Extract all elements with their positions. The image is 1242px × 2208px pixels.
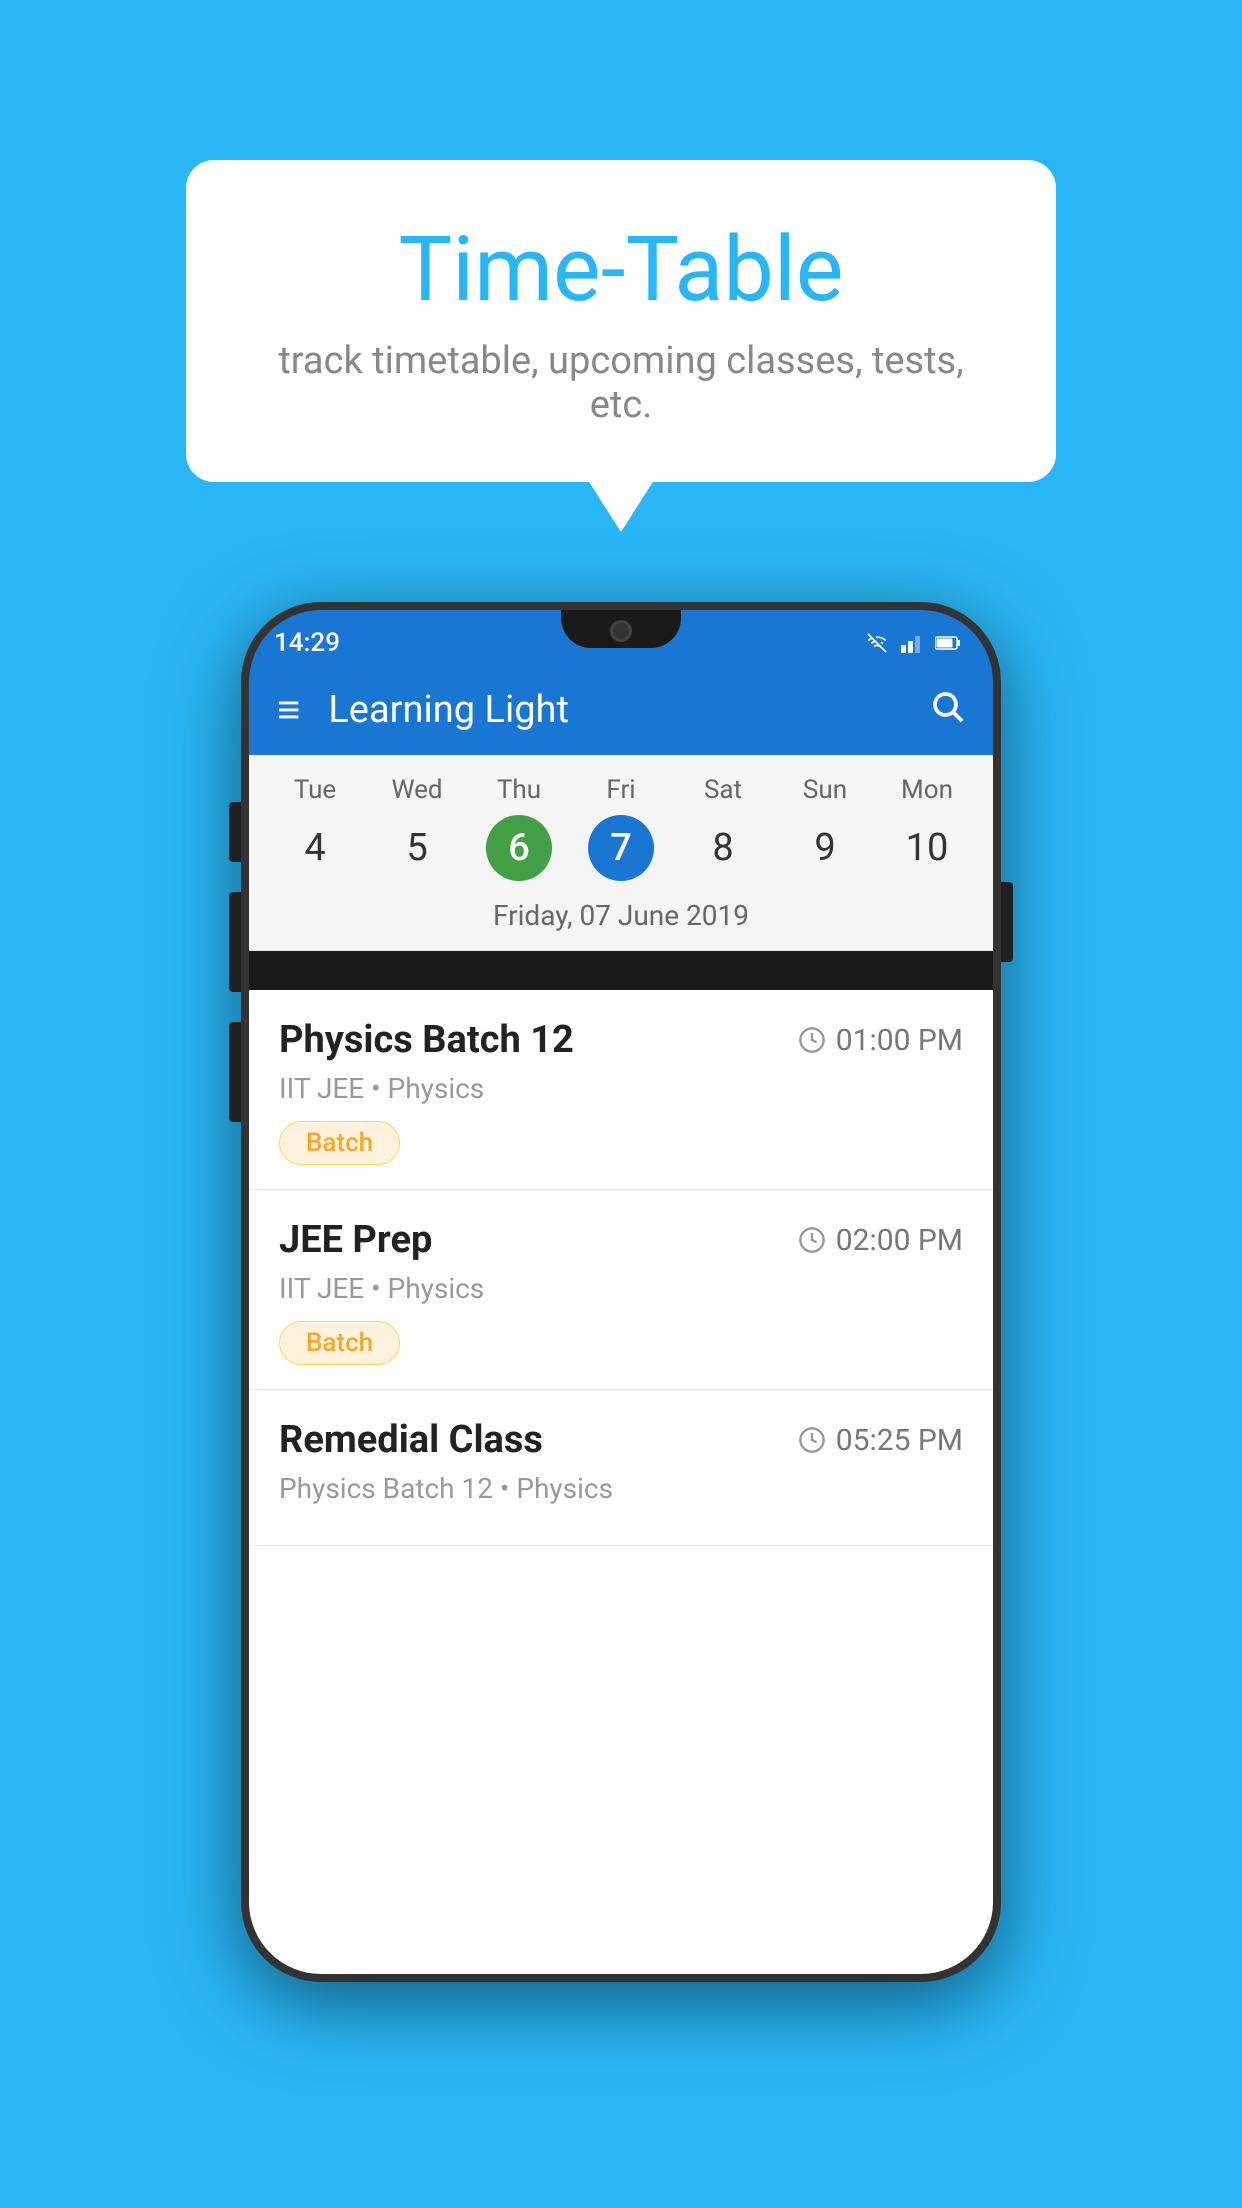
selected-date-label: Friday, 07 June 2019 [249,889,993,951]
clock-icon [798,1426,826,1454]
day-number: 8 [690,815,756,881]
day-number: 6 [486,815,552,881]
day-label: Fri [606,775,635,805]
day-number: 10 [894,815,960,881]
day-column[interactable]: Wed 5 [372,775,462,881]
day-column[interactable]: Sun 9 [780,775,870,881]
power-button [1001,882,1013,962]
day-number: 9 [792,815,858,881]
bubble-title: Time-Table [246,220,996,319]
day-number: 4 [282,815,348,881]
schedule-time: 02:00 PM [798,1223,963,1258]
app-title: Learning Light [328,688,929,732]
wifi-icon [863,633,891,653]
day-label: Wed [391,775,442,805]
clock-icon [798,1026,826,1054]
day-label: Thu [497,775,541,805]
batch-badge: Batch [279,1321,400,1365]
day-column[interactable]: Sat 8 [678,775,768,881]
schedule-time: 01:00 PM [798,1023,963,1058]
schedule-item[interactable]: Physics Batch 12 01:00 PM IIT JEE • Physic… [249,990,993,1190]
day-label: Tue [294,775,336,805]
phone-screen: 14:29 ≡ Learning Light [241,602,1001,1982]
speech-bubble: Time-Table track timetable, upcoming cla… [186,160,1056,482]
signal-icon [899,633,927,653]
schedule-time: 05:25 PM [798,1423,963,1458]
batch-badge: Batch [279,1121,400,1165]
schedule-title: Physics Batch 12 [279,1018,574,1062]
days-row: Tue 4 Wed 5 Thu 6 Fri 7 Sat 8 Sun 9 Mon 10 [249,755,993,889]
bubble-subtitle: track timetable, upcoming classes, tests… [246,339,996,427]
calendar-section: Tue 4 Wed 5 Thu 6 Fri 7 Sat 8 Sun 9 Mon 10 Friday, 07… [249,755,993,951]
schedule-list: Physics Batch 12 01:00 PM IIT JEE • Physic… [249,990,993,1974]
day-column[interactable]: Fri 7 [576,775,666,881]
status-icons [863,633,963,653]
schedule-subtitle: Physics Batch 12 • Physics [279,1472,963,1505]
day-label: Mon [901,775,953,805]
day-label: Sat [704,775,742,805]
volume-silent-button [229,802,241,862]
schedule-title: Remedial Class [279,1418,543,1462]
day-number: 5 [384,815,450,881]
hamburger-menu-icon[interactable]: ≡ [277,690,298,730]
volume-up-button [229,892,241,992]
schedule-subtitle: IIT JEE • Physics [279,1072,963,1105]
phone-notch [561,610,681,648]
app-bar: ≡ Learning Light [249,665,993,755]
clock-icon [798,1226,826,1254]
schedule-title: JEE Prep [279,1218,432,1262]
search-button[interactable] [929,688,965,733]
schedule-item[interactable]: JEE Prep 02:00 PM IIT JEE • Physics Batch [249,1190,993,1390]
phone-mockup: 14:29 ≡ Learning Light [241,602,1001,1982]
day-column[interactable]: Tue 4 [270,775,360,881]
front-camera [610,620,632,642]
day-label: Sun [803,775,847,805]
day-column[interactable]: Thu 6 [474,775,564,881]
schedule-item[interactable]: Remedial Class 05:25 PM Physics Batch 12 •… [249,1390,993,1546]
day-column[interactable]: Mon 10 [882,775,972,881]
volume-down-button [229,1022,241,1122]
battery-icon [935,633,963,653]
status-time: 14:29 [274,628,340,658]
day-number: 7 [588,815,654,881]
schedule-subtitle: IIT JEE • Physics [279,1272,963,1305]
